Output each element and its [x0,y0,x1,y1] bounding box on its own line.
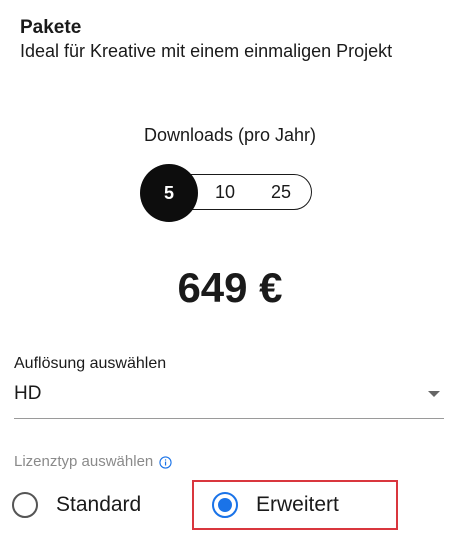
package-panel: Pakete Ideal für Kreative mit einem einm… [0,0,460,550]
resolution-value[interactable]: HD [14,382,41,406]
license-type-label: Lizenztyp auswählen [14,452,172,472]
package-subtitle: Ideal für Kreative mit einem einmaligen … [20,41,393,61]
dropdown-arrow-icon[interactable] [428,391,440,397]
downloads-label: Downloads (pro Jahr) [143,125,317,145]
page-title: Pakete [20,17,82,38]
resolution-label: Auflösung auswählen [14,355,167,372]
downloads-option-25[interactable]: 25 [271,180,291,204]
price-display: 649 € [177,264,283,311]
downloads-option-10[interactable]: 10 [215,180,235,204]
downloads-option-5[interactable]: 5 [140,164,198,222]
license-label-text: Lizenztyp auswählen [14,453,154,470]
radio-dot [218,498,232,512]
radio-checked-icon[interactable] [212,492,238,518]
select-underline [14,418,444,419]
license-option-standard-label[interactable]: Standard [56,492,141,518]
license-radio-erweitert[interactable]: Erweitert [192,480,398,530]
resolution-select[interactable]: Auflösung auswählen HD [14,354,444,420]
package-header: Pakete Ideal für Kreative mit einem einm… [20,16,450,62]
license-option-erweitert-label[interactable]: Erweitert [256,492,339,518]
license-radio-standard[interactable]: Standard [12,482,141,528]
info-icon[interactable] [159,455,172,469]
downloads-segmented-control: 5 10 25 [140,164,314,222]
radio-unchecked-icon[interactable] [12,492,38,518]
